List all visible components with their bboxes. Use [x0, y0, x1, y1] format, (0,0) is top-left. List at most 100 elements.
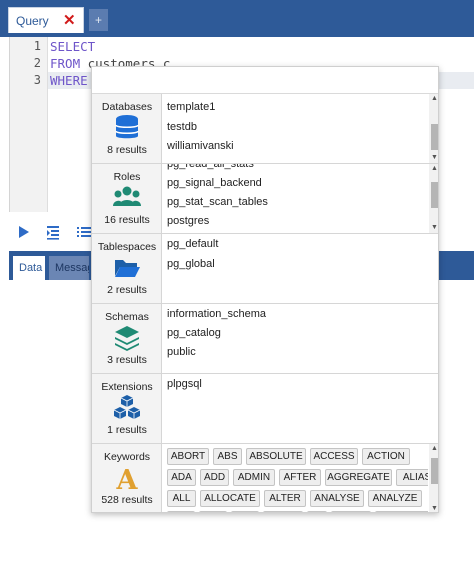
section-items: information_schema pg_catalog public — [163, 304, 428, 373]
cubes-icon — [113, 395, 141, 419]
tab-query[interactable]: Query ✕ — [8, 7, 84, 33]
keyword-button[interactable]: AGGREGATE — [325, 469, 392, 486]
query-toolbar — [0, 220, 100, 246]
scroll-up-icon[interactable]: ▲ — [429, 164, 438, 174]
keyword-button[interactable]: ACTION — [362, 448, 410, 465]
keyword-button[interactable] — [331, 511, 371, 512]
keyword-button[interactable]: ABSOLUTE — [246, 448, 306, 465]
section-header: Tablespaces 2 results — [92, 234, 162, 303]
popup-header — [92, 67, 438, 94]
layers-icon — [115, 326, 139, 351]
scroll-down-icon[interactable]: ▼ — [429, 153, 438, 163]
section-items: plpgsql — [163, 374, 428, 443]
list-item[interactable]: testdb — [167, 121, 197, 133]
section-title: Keywords — [103, 451, 151, 463]
section-header: Extensions 1 results — [92, 374, 162, 443]
section-header: Roles 16 results — [92, 164, 162, 233]
list-item[interactable]: template1 — [167, 101, 215, 113]
section-header: Databases 8 results — [92, 94, 162, 163]
keyword-button[interactable]: ANALYSE — [310, 490, 364, 507]
scrollbar[interactable]: ▲ ▼ — [429, 444, 438, 512]
keyword-button[interactable]: ALTER — [264, 490, 306, 507]
code-line: SELECT — [50, 39, 96, 54]
section-items: template1 testdb williamivanski — [163, 94, 428, 163]
section-tablespaces: Tablespaces 2 results pg_default pg_glob… — [92, 234, 438, 304]
scroll-down-icon[interactable]: ▼ — [429, 223, 438, 233]
scrollbar[interactable]: ▲ ▼ — [429, 94, 438, 163]
keyword-button[interactable] — [167, 511, 195, 512]
keyword-button[interactable]: ACCESS — [310, 448, 358, 465]
keyword-button[interactable]: ALIAS — [396, 469, 428, 486]
section-title: Roles — [113, 171, 141, 183]
section-title: Schemas — [105, 311, 149, 323]
section-title: Databases — [101, 101, 153, 113]
scroll-thumb[interactable] — [431, 182, 438, 208]
section-count: 1 results — [107, 424, 147, 436]
keyword-button[interactable] — [199, 511, 227, 512]
keyword-button[interactable]: ALLOCATE — [200, 490, 260, 507]
section-items: pg_read_all_stats pg_signal_backend pg_s… — [163, 164, 428, 233]
scroll-up-icon[interactable]: ▲ — [429, 444, 438, 454]
scroll-thumb[interactable] — [431, 124, 438, 150]
keyword-button[interactable]: ABORT — [167, 448, 209, 465]
keyword-button[interactable] — [375, 511, 428, 512]
list-item[interactable]: pg_global — [167, 258, 215, 270]
list-item[interactable]: public — [167, 346, 196, 358]
keyword-button[interactable]: ALL — [167, 490, 196, 507]
query-tool-window: Query ✕ + 1 2 3 SELECT FROM customers c … — [0, 0, 474, 561]
letter-a-icon: A — [116, 465, 139, 492]
section-schemas: Schemas 3 results information_schema pg_… — [92, 304, 438, 374]
list-item[interactable]: plpgsql — [167, 378, 202, 390]
list-item[interactable]: pg_signal_backend — [167, 177, 262, 189]
section-count: 528 results — [101, 494, 153, 506]
keyword-button[interactable]: ANALYZE — [368, 490, 422, 507]
section-extensions: Extensions 1 results plpgsql — [92, 374, 438, 444]
scroll-thumb[interactable] — [431, 458, 438, 484]
database-icon — [115, 115, 139, 139]
folder-icon — [115, 260, 140, 277]
code-line: WHERE — [50, 73, 88, 88]
tab-messages[interactable]: Messages — [49, 256, 89, 280]
keyword-button[interactable]: ABS — [213, 448, 242, 465]
users-icon — [113, 186, 141, 206]
section-keywords: Keywords A 528 results ABORT ABS ABSOLUTE A… — [92, 444, 438, 512]
list-item[interactable]: pg_stat_scan_tables — [167, 196, 268, 208]
tab-data[interactable]: Data — [13, 256, 45, 280]
section-header: Schemas 3 results — [92, 304, 162, 373]
section-items: pg_default pg_global — [163, 234, 428, 303]
section-count: 3 results — [107, 354, 147, 366]
list-item[interactable]: information_schema — [167, 308, 266, 320]
keyword-button[interactable]: ADD — [200, 469, 229, 486]
tab-query-label: Query — [16, 14, 49, 28]
keyword-button[interactable] — [263, 511, 303, 512]
list-item[interactable]: pg_read_all_stats — [167, 164, 254, 170]
keyword-button[interactable]: ADA — [167, 469, 196, 486]
play-icon[interactable] — [16, 224, 32, 240]
line-number-gutter: 1 2 3 — [10, 37, 48, 212]
section-count: 2 results — [107, 284, 147, 296]
keyword-grid: ABORT ABS ABSOLUTE ACCESS ACTION ADA ADD ADMIN A… — [163, 444, 428, 512]
keyword-button[interactable] — [231, 511, 259, 512]
section-title: Tablespaces — [97, 241, 157, 253]
list-item[interactable]: postgres — [167, 215, 209, 227]
keyword-button[interactable] — [307, 511, 327, 512]
section-databases: Databases 8 results template1 testdb wil… — [92, 94, 438, 164]
list-item[interactable]: pg_catalog — [167, 327, 221, 339]
query-tab-strip: Query ✕ + — [0, 0, 474, 37]
line-number: 3 — [33, 73, 41, 87]
keyword-button[interactable]: AFTER — [279, 469, 321, 486]
scroll-up-icon[interactable]: ▲ — [429, 94, 438, 104]
scroll-down-icon[interactable]: ▼ — [429, 504, 438, 512]
autocomplete-popup: Databases 8 results template1 testdb wil… — [91, 66, 439, 513]
list-item[interactable]: williamivanski — [167, 140, 234, 152]
keyword-button[interactable]: ADMIN — [233, 469, 275, 486]
line-number: 1 — [33, 39, 41, 53]
list-item[interactable]: pg_default — [167, 238, 218, 250]
scrollbar[interactable]: ▲ ▼ — [429, 164, 438, 233]
section-header: Keywords A 528 results — [92, 444, 162, 512]
close-icon[interactable]: ✕ — [63, 11, 76, 29]
section-roles: Roles 16 results pg_read_all_stats pg_si… — [92, 164, 438, 234]
indent-icon[interactable] — [45, 224, 61, 240]
add-tab-button[interactable]: + — [89, 9, 108, 31]
list-icon[interactable] — [76, 224, 92, 240]
